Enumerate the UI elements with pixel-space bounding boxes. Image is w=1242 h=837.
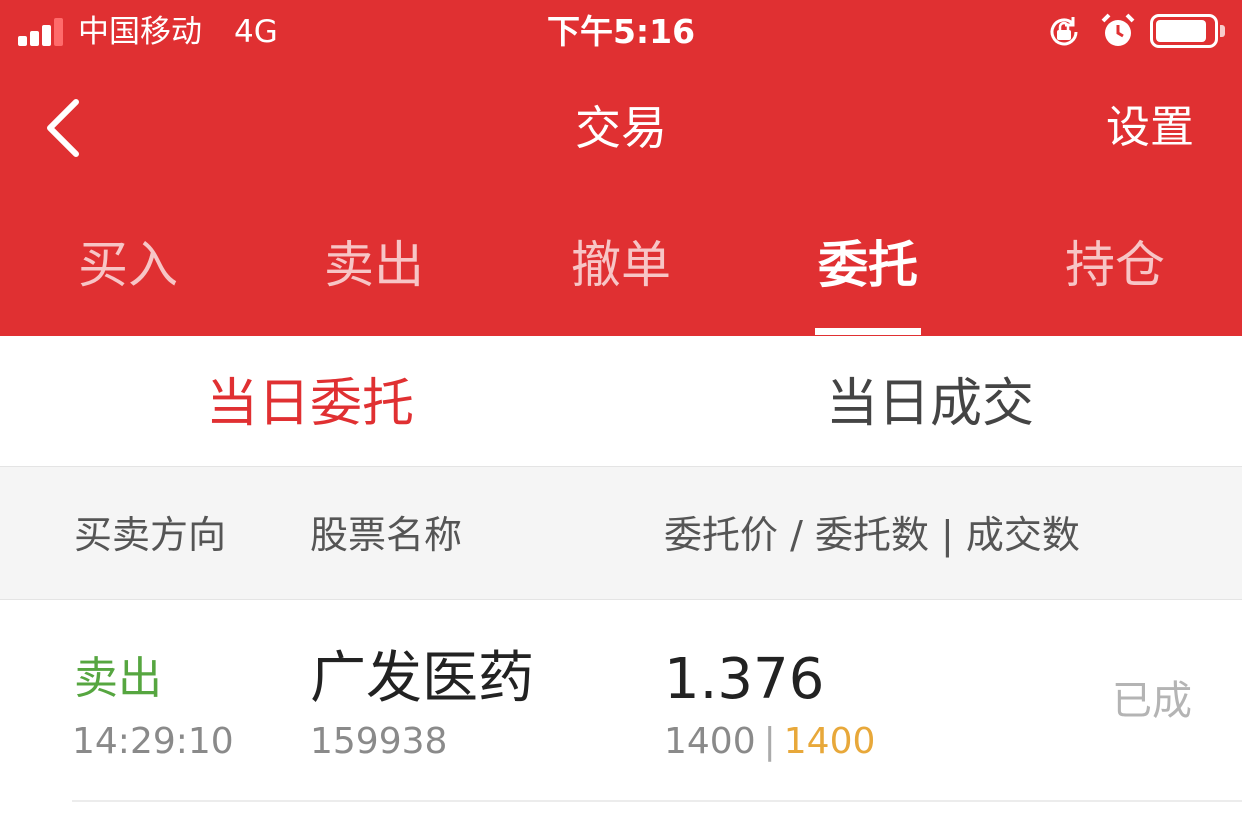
tab-cancel[interactable]: 撤单 xyxy=(541,230,701,300)
status-bar: 中国移动 4G 下午5:16 xyxy=(0,0,1242,64)
row-divider xyxy=(72,800,1242,802)
battery-icon xyxy=(1150,14,1226,48)
order-sub-tabs: 当日委托 当日成交 xyxy=(0,336,1242,467)
tab-orders[interactable]: 委托 xyxy=(788,230,948,300)
order-quantities: 1400 | 1400 xyxy=(664,720,875,764)
header-price-qty: 委托价 / 委托数 | 成交数 xyxy=(664,513,1080,557)
settings-button[interactable]: 设置 xyxy=(1106,100,1194,156)
table-header: 买卖方向 股票名称 委托价 / 委托数 | 成交数 xyxy=(0,467,1242,600)
order-time: 14:29:10 xyxy=(72,721,234,762)
header-stock-name: 股票名称 xyxy=(310,513,463,557)
page-title: 交易 xyxy=(575,101,667,155)
order-price: 1.376 xyxy=(664,647,825,712)
tab-today-orders[interactable]: 当日委托 xyxy=(206,372,414,436)
order-quantity: 1400 xyxy=(664,721,756,762)
stock-code: 159938 xyxy=(310,721,448,762)
filled-quantity: 1400 xyxy=(783,721,876,762)
active-tab-indicator xyxy=(815,328,921,335)
tab-sell[interactable]: 卖出 xyxy=(294,230,454,300)
order-status: 已成 xyxy=(1112,678,1192,724)
stock-name: 广发医药 xyxy=(310,646,534,711)
order-direction: 卖出 xyxy=(74,653,162,704)
quantity-separator: | xyxy=(763,721,776,762)
rotation-lock-icon xyxy=(1050,17,1078,46)
table-row[interactable]: 卖出 14:29:10 广发医药 159938 1.376 1400 | 1400 … xyxy=(0,600,1242,802)
tab-positions[interactable]: 持仓 xyxy=(1035,230,1195,300)
trade-tabs: 买入 卖出 撤单 委托 持仓 xyxy=(0,230,1242,300)
tab-buy[interactable]: 买入 xyxy=(48,230,208,300)
alarm-icon xyxy=(1101,13,1135,46)
header-direction: 买卖方向 xyxy=(74,513,227,557)
tab-today-trades[interactable]: 当日成交 xyxy=(826,372,1034,436)
